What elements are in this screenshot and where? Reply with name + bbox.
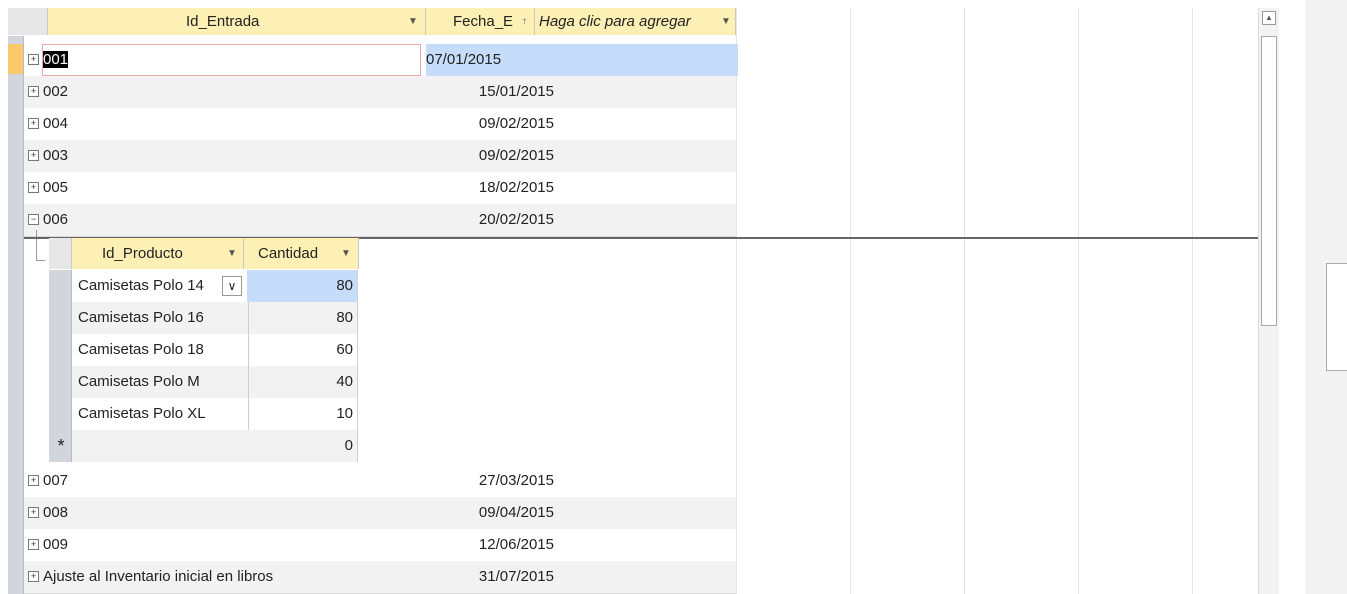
cell-id-entrada[interactable]: 009: [43, 529, 68, 561]
vertical-scrollbar[interactable]: ▲: [1258, 8, 1279, 594]
cell-id-entrada[interactable]: 002: [43, 76, 68, 108]
sort-icon[interactable]: ↑: [522, 8, 527, 35]
table-row[interactable]: −006 20/02/2015: [24, 204, 1258, 237]
column-header-id-entrada[interactable]: Id_Entrada ▼: [48, 8, 426, 35]
cell-fecha[interactable]: 09/02/2015: [442, 108, 558, 140]
table-row[interactable]: +002 15/01/2015: [24, 76, 1258, 109]
cell-fecha[interactable]: 31/07/2015: [442, 561, 558, 593]
scroll-thumb[interactable]: [1261, 36, 1277, 326]
table-row[interactable]: +004 09/02/2015: [24, 108, 1258, 141]
cell-product[interactable]: Camisetas Polo XL: [72, 398, 249, 430]
cell-product[interactable]: Camisetas Polo 18: [72, 334, 249, 366]
table-row[interactable]: + Ajuste al Inventario inicial en libros 3…: [24, 561, 1258, 594]
table-row[interactable]: +007 27/03/2015: [24, 465, 1258, 498]
new-record-icon: *: [57, 436, 65, 456]
scroll-up-icon[interactable]: ▲: [1262, 11, 1276, 25]
cell-fecha[interactable]: 18/02/2015: [442, 172, 558, 204]
subheader-qty-label: Cantidad: [258, 245, 319, 262]
cell-fecha[interactable]: 20/02/2015: [442, 204, 558, 236]
minus-box-icon[interactable]: −: [28, 214, 39, 225]
cell-id-entrada[interactable]: 001: [42, 44, 421, 76]
subtable-row[interactable]: Camisetas Polo 18 60: [72, 334, 358, 367]
row-background: [24, 108, 736, 141]
cell-product[interactable]: Camisetas Polo 16: [72, 302, 249, 334]
row-background: [24, 529, 736, 562]
cell-qty[interactable]: 80: [247, 302, 358, 334]
subdatasheet-corner[interactable]: [49, 238, 72, 269]
column-header-fecha[interactable]: Fecha_E ↑: [426, 8, 535, 35]
row-background: [24, 76, 736, 109]
column-header-add-field[interactable]: Haga clic para agregar ▼: [535, 8, 736, 35]
subheader-product-label: Id_Producto: [102, 245, 183, 262]
outer-scroll-thumb[interactable]: [1326, 263, 1347, 371]
row-background: [24, 172, 736, 205]
datasheet: Id_Entrada ▼ Fecha_E ↑ Haga clic para ag…: [0, 0, 1282, 594]
cell-qty[interactable]: 10: [247, 398, 358, 430]
cell-qty[interactable]: 60: [247, 334, 358, 366]
cell-fecha[interactable]: 15/01/2015: [442, 76, 558, 108]
plus-box-icon[interactable]: +: [28, 182, 39, 193]
selected-text: 001: [43, 51, 69, 68]
row-background: [24, 465, 736, 498]
plus-box-icon[interactable]: +: [28, 507, 39, 518]
cell-id-entrada[interactable]: 003: [43, 140, 68, 172]
subtable-row[interactable]: Camisetas Polo 14 ∨ 80: [72, 270, 358, 303]
row-background: [24, 497, 736, 530]
plus-box-icon[interactable]: +: [28, 54, 39, 65]
plus-box-icon[interactable]: +: [28, 118, 39, 129]
cell-id-entrada[interactable]: 006: [43, 204, 68, 236]
cell-id-entrada[interactable]: 008: [43, 497, 68, 529]
table-row[interactable]: +005 18/02/2015: [24, 172, 1258, 205]
dropdown-arrow-icon[interactable]: ▼: [227, 238, 237, 269]
dropdown-arrow-icon[interactable]: ▼: [341, 238, 351, 269]
plus-box-icon[interactable]: +: [28, 86, 39, 97]
plus-box-icon[interactable]: +: [28, 150, 39, 161]
dropdown-arrow-icon[interactable]: ▼: [408, 8, 418, 35]
table-row[interactable]: +001 07/01/2015: [24, 44, 1258, 77]
dropdown-arrow-icon[interactable]: ▼: [721, 8, 731, 35]
cell-fecha[interactable]: 09/04/2015: [442, 497, 558, 529]
cell-fecha[interactable]: 27/03/2015: [442, 465, 558, 497]
column-header-id-entrada-label: Id_Entrada: [186, 13, 260, 30]
cell-qty[interactable]: 40: [247, 366, 358, 398]
cell-id-entrada[interactable]: 004: [43, 108, 68, 140]
plus-box-icon[interactable]: +: [28, 539, 39, 550]
subtable-row[interactable]: Camisetas Polo 16 80: [72, 302, 358, 335]
plus-box-icon[interactable]: +: [28, 475, 39, 486]
row-background: [24, 140, 736, 173]
select-all-corner[interactable]: [8, 8, 48, 35]
record-selector-column: [8, 36, 24, 594]
plus-box-icon[interactable]: +: [28, 571, 39, 582]
subdatasheet-header-product[interactable]: Id_Producto ▼: [72, 238, 244, 269]
cell-product[interactable]: Camisetas Polo M: [72, 366, 249, 398]
cell-qty[interactable]: 80: [247, 270, 358, 302]
cell-fecha[interactable]: 09/02/2015: [442, 140, 558, 172]
table-row[interactable]: +009 12/06/2015: [24, 529, 1258, 562]
row-background: [24, 204, 736, 237]
column-header-fecha-label: Fecha_E: [453, 13, 514, 30]
table-row[interactable]: +003 09/02/2015: [24, 140, 1258, 173]
outer-scroll-panel: [1305, 0, 1347, 594]
subdatasheet-header-qty[interactable]: Cantidad ▼: [244, 238, 359, 269]
cell-id-entrada[interactable]: 005: [43, 172, 68, 204]
subtable-new-row[interactable]: * 0: [57, 430, 358, 462]
cell-qty-new[interactable]: 0: [247, 430, 358, 462]
current-record-selector[interactable]: [8, 44, 23, 74]
subtable-row[interactable]: Camisetas Polo XL 10: [72, 398, 358, 431]
cell-fecha[interactable]: 07/01/2015: [426, 44, 738, 76]
column-header-add-field-label: Haga clic para agregar: [539, 13, 691, 30]
cell-id-entrada[interactable]: Ajuste al Inventario inicial en libros: [43, 561, 273, 593]
subtable-row[interactable]: Camisetas Polo M 40: [72, 366, 358, 399]
cell-fecha[interactable]: 12/06/2015: [442, 529, 558, 561]
cell-id-entrada[interactable]: 007: [43, 465, 68, 497]
combo-arrow-icon[interactable]: ∨: [222, 276, 242, 296]
table-row[interactable]: +008 09/04/2015: [24, 497, 1258, 530]
